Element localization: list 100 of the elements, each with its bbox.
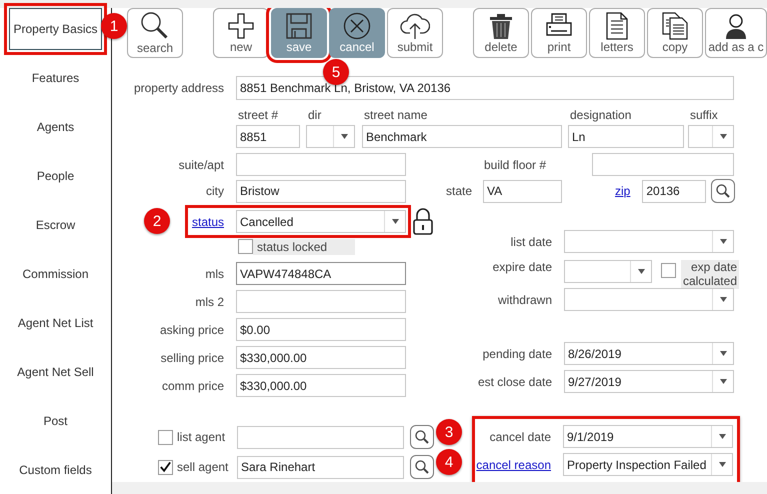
field-label: suite/apt	[178, 158, 224, 172]
dropdown-field[interactable]: 9/27/2019	[564, 370, 734, 393]
step-badge: 2	[144, 208, 170, 234]
text-field[interactable]	[236, 290, 406, 313]
dropdown-field[interactable]: 9/1/2019	[563, 425, 733, 448]
toolbar-button[interactable]: copy	[647, 8, 703, 58]
text-field[interactable]: Bristow	[236, 180, 406, 202]
padlock-icon[interactable]	[413, 208, 433, 235]
sidebar-tab[interactable]: Custom fields	[9, 448, 102, 491]
toolbar-button[interactable]: letters	[589, 8, 645, 58]
field-label: asking price	[160, 322, 224, 336]
dropdown-field[interactable]: Cancelled	[236, 210, 406, 233]
zip-link[interactable]: zip	[615, 184, 630, 198]
caret-icon	[718, 462, 726, 467]
field-label: suffix	[689, 107, 718, 123]
dropdown-field[interactable]	[564, 288, 734, 311]
text-field[interactable]: $0.00	[236, 318, 406, 341]
sidebar-tab[interactable]: Features	[9, 57, 102, 100]
toolbar-button[interactable]: add as a c	[705, 8, 767, 58]
field-label: withdrawn	[498, 292, 552, 306]
toolbar-button[interactable]: search	[127, 8, 183, 58]
sidebar-tab[interactable]: Agent Net Sell	[9, 350, 102, 393]
text-field[interactable]: 8851	[236, 125, 300, 148]
plus-icon	[228, 12, 254, 38]
field-label: list date	[510, 234, 552, 248]
text-field[interactable]: Sara Rinehart	[237, 456, 404, 478]
text-field[interactable]: VA	[483, 180, 562, 202]
toolbar-button[interactable]: new	[213, 8, 269, 58]
caret-icon	[720, 134, 726, 139]
x-circle-icon	[343, 12, 371, 40]
checkbox-label: list agent	[177, 430, 226, 444]
text-field[interactable]: Ln	[568, 125, 684, 148]
sidebar-tab[interactable]: People	[9, 155, 102, 198]
caret-icon	[720, 239, 726, 244]
field-label: est close date	[478, 374, 552, 388]
toolbar-button[interactable]: submit	[387, 8, 443, 58]
sidebar-tab[interactable]: Commission	[9, 252, 102, 295]
caret-icon	[720, 297, 726, 302]
field-label: property address	[134, 81, 224, 95]
dropdown-field[interactable]: Property Inspection Failed	[563, 453, 733, 476]
sidebar-tab[interactable]: Escrow	[9, 204, 102, 246]
text-field[interactable]	[237, 426, 404, 448]
field-label: comm price	[162, 378, 224, 392]
text-field[interactable]	[236, 153, 406, 176]
dropdown-field[interactable]	[306, 125, 355, 148]
sidebar-tab[interactable]: Agents	[9, 106, 102, 148]
toolbar-button[interactable]: print	[531, 8, 587, 58]
text-field[interactable]: Benchmark	[362, 125, 562, 148]
field-label: expire date	[492, 260, 552, 274]
search-button[interactable]	[410, 425, 434, 449]
search-button[interactable]	[711, 179, 736, 203]
step-badge: 3	[436, 419, 462, 445]
caret-icon	[392, 219, 398, 224]
text-field[interactable]: 20136	[642, 180, 706, 202]
checkbox-label: exp date calculated	[681, 260, 739, 289]
text-field[interactable]: $330,000.00	[236, 374, 406, 397]
checkbox-label: status locked	[253, 238, 356, 254]
document-icon	[606, 12, 628, 40]
step-badge: 4	[436, 449, 462, 475]
search-button[interactable]	[410, 455, 434, 479]
caret-icon	[718, 434, 726, 439]
dropdown-field[interactable]: 8/26/2019	[564, 342, 734, 365]
checkbox[interactable]	[158, 430, 173, 444]
field-label: designation	[569, 107, 632, 123]
field-label: cancel date	[490, 430, 551, 444]
checkbox[interactable]	[661, 263, 676, 278]
dropdown-field[interactable]	[564, 230, 734, 253]
cloud-upload-icon	[400, 12, 430, 40]
dropdown-field[interactable]	[688, 125, 734, 148]
checkbox[interactable]	[238, 239, 253, 254]
documents-icon	[662, 12, 688, 40]
sidebar-tab[interactable]: Post	[9, 400, 102, 442]
caret-icon	[340, 134, 348, 139]
field-label: pending date	[482, 346, 552, 360]
cancel-reason-link[interactable]: cancel reason	[476, 458, 551, 472]
field-label: city	[206, 184, 224, 198]
search-icon	[715, 183, 732, 199]
field-label: build floor #	[484, 158, 546, 172]
checkbox[interactable]	[158, 460, 173, 474]
printer-icon	[545, 12, 573, 38]
dropdown-field[interactable]	[564, 260, 652, 283]
text-field[interactable]: $330,000.00	[236, 346, 406, 369]
field-label: mls 2	[195, 294, 224, 308]
text-field[interactable]	[592, 153, 734, 176]
search-icon	[414, 429, 430, 445]
sidebar-tab[interactable]: Agent Net List	[9, 302, 102, 344]
search-icon	[414, 459, 430, 475]
toolbar-button[interactable]: delete	[473, 8, 529, 58]
field-label: mls	[205, 266, 224, 280]
field-label: street #	[237, 107, 278, 123]
trash-icon	[489, 12, 513, 40]
text-field[interactable]: 8851 Benchmark Ln, Bristow, VA 20136	[236, 76, 734, 100]
field-label: selling price	[160, 350, 224, 364]
status-link[interactable]: status	[190, 214, 224, 228]
field-label: state	[446, 184, 472, 198]
checkbox-label: sell agent	[177, 460, 229, 474]
caret-icon	[720, 379, 726, 384]
caret-icon	[638, 269, 644, 274]
text-field[interactable]: VAPW474848CA	[236, 262, 406, 285]
caret-icon	[720, 351, 726, 356]
